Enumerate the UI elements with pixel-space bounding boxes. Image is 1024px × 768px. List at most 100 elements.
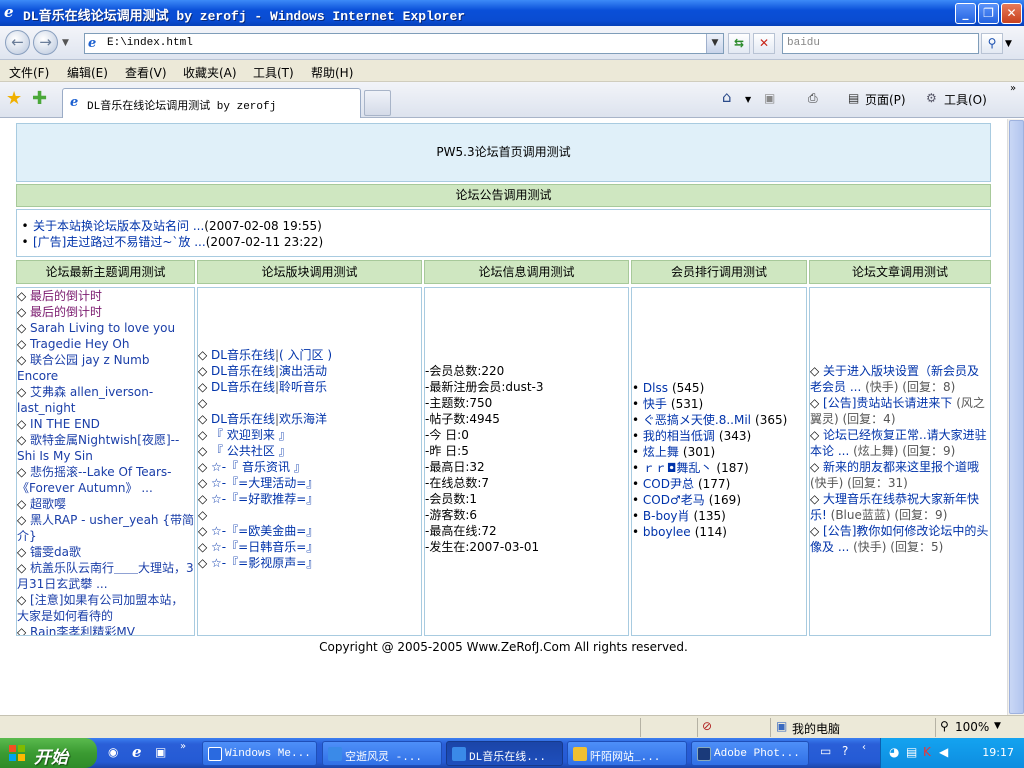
board-link[interactable]: ☆-『=日韩音乐=』	[211, 540, 318, 554]
board-link[interactable]: ☆-『=影视原声=』	[211, 556, 318, 570]
latest-topics-list: ◇ 最后的倒计时 ◇ 最后的倒计时 ◇ Sarah Living to love y…	[16, 287, 195, 636]
topic-link[interactable]: 黑人RAP - usher_yeah {带简介}	[17, 513, 194, 543]
article-link[interactable]: 新来的朋友都来这里报个道哦	[823, 460, 979, 474]
topic-link[interactable]: 悲伤摇滚--Lake Of Tears-《Forever Autumn》 ...	[17, 465, 172, 495]
scroll-thumb[interactable]	[1009, 120, 1024, 714]
menu-edit[interactable]: 编辑(E)	[67, 64, 108, 81]
search-icon[interactable]: ⚲	[981, 33, 1003, 54]
member-link[interactable]: COD♂老马	[643, 493, 705, 507]
member-link[interactable]: Dlss	[643, 381, 668, 395]
task-browser-2[interactable]: 空逝风灵 -...	[322, 741, 442, 766]
task-photoshop[interactable]: Adobe Phot...	[691, 741, 809, 766]
tools-menu-button[interactable]: 工具(O)	[944, 91, 987, 108]
address-dropdown-icon[interactable]: ▼	[706, 34, 723, 53]
article-link[interactable]: [公告]贵站站长请进来下	[823, 396, 952, 410]
feeds-icon[interactable]: ▣	[764, 91, 775, 105]
topic-link[interactable]: 歌特金属Nightwish[夜愿]--Shi Is My Sin	[17, 433, 179, 463]
board-prefix[interactable]: DL音乐在线	[211, 348, 275, 362]
board-link[interactable]: 『 欢迎到来 』	[211, 428, 291, 442]
quicklaunch-app-icon[interactable]: ▣	[155, 745, 166, 759]
topic-link[interactable]: IN THE END	[30, 417, 100, 431]
member-link[interactable]: ｒｒ◘舞乱丶	[643, 461, 713, 475]
tab-current[interactable]: e DL音乐在线论坛调用测试 by zerofj	[62, 88, 361, 118]
forward-button[interactable]: →	[33, 30, 58, 55]
home-dropdown-icon[interactable]: ▼	[745, 95, 751, 104]
tray-app-icon[interactable]: ▤	[906, 745, 917, 759]
topic-link[interactable]: 最后的倒计时	[30, 289, 102, 303]
zoom-dropdown-icon[interactable]: ▼	[994, 721, 1001, 731]
board-link[interactable]: 演出活动	[279, 364, 327, 378]
topic-link[interactable]: 超歌嘤	[30, 497, 66, 511]
recent-pages-dropdown-icon[interactable]: ▼	[62, 38, 69, 48]
start-button[interactable]: 开始	[0, 738, 97, 768]
quicklaunch-ie-icon[interactable]: e	[132, 743, 142, 761]
board-link[interactable]: ( 入门区 )	[279, 348, 332, 362]
stop-button[interactable]: ✕	[753, 33, 775, 54]
volume-icon[interactable]: ◀	[939, 745, 948, 759]
refresh-button[interactable]: ⇆	[728, 33, 750, 54]
menu-view[interactable]: 查看(V)	[125, 64, 167, 81]
board-prefix[interactable]: DL音乐在线	[211, 412, 275, 426]
member-link[interactable]: ぐ恶搞メ天使.8..Mil	[643, 413, 751, 427]
member-link[interactable]: 炫上舞	[643, 445, 679, 459]
topic-link[interactable]: 最后的倒计时	[30, 305, 102, 319]
topic-link[interactable]: Rain李孝利精彩MV	[30, 625, 135, 635]
print-icon[interactable]: ⎙	[808, 91, 818, 106]
quicklaunch-more-icon[interactable]: »	[180, 741, 186, 752]
board-prefix[interactable]: DL音乐在线	[211, 380, 275, 394]
task-folder[interactable]: 阡陌网站_...	[567, 741, 687, 766]
topic-link[interactable]: 镭雯da歌	[30, 545, 81, 559]
list-item: ◇ IN THE END	[17, 416, 194, 432]
address-input[interactable]: e E:\index.html ▼	[84, 33, 724, 54]
menu-file[interactable]: 文件(F)	[9, 64, 49, 81]
member-link[interactable]: B-boy肖	[643, 509, 690, 523]
topic-link[interactable]: Tragedie Hey Oh	[30, 337, 129, 351]
search-input[interactable]: baidu	[782, 33, 979, 54]
tray-expand-icon[interactable]: ‹	[862, 742, 866, 753]
member-link[interactable]: 我的相当低调	[643, 429, 715, 443]
board-prefix[interactable]: DL音乐在线	[211, 364, 275, 378]
topic-link[interactable]: Sarah Living to love you	[30, 321, 175, 335]
page-menu-button[interactable]: 页面(P)	[865, 91, 906, 108]
board-link[interactable]: ☆-『=大理活动=』	[211, 476, 318, 490]
zoom-level[interactable]: 100%	[955, 720, 989, 734]
member-link[interactable]: COD尹总	[643, 477, 694, 491]
topic-link[interactable]: [注意]如果有公司加盟本站，大家是如何看待的	[17, 593, 183, 623]
help-icon[interactable]: ?	[842, 744, 848, 758]
maximize-button[interactable]: ❐	[978, 3, 999, 24]
add-favorite-icon[interactable]: ✚	[32, 88, 47, 109]
menu-tools[interactable]: 工具(T)	[253, 64, 294, 81]
menu-help[interactable]: 帮助(H)	[311, 64, 353, 81]
minimize-button[interactable]: _	[955, 3, 976, 24]
network-icon[interactable]: ▭	[820, 744, 831, 758]
member-link[interactable]: 快手	[643, 397, 667, 411]
board-link[interactable]: 欢乐海洋	[279, 412, 327, 426]
board-link[interactable]: ☆-『 音乐资讯 』	[211, 460, 306, 474]
member-link[interactable]: bboylee	[643, 525, 691, 539]
board-link[interactable]: 『 公共社区 』	[211, 444, 291, 458]
zoom-icon: ⚲	[940, 719, 949, 733]
new-tab-button[interactable]	[364, 90, 391, 116]
topic-link[interactable]: 杭盖乐队云南行＿＿大理站，3月31日玄武攀 ...	[17, 561, 194, 591]
antivirus-icon[interactable]: K	[923, 745, 931, 759]
task-current-browser[interactable]: DL音乐在线...	[446, 741, 563, 766]
topic-link[interactable]: 联合公园 jay z Numb Encore	[17, 353, 149, 383]
task-windows-media[interactable]: Windows Me...	[202, 741, 317, 766]
menu-favorites[interactable]: 收藏夹(A)	[183, 64, 237, 81]
board-link[interactable]: 聆听音乐	[279, 380, 327, 394]
home-icon[interactable]: ⌂	[722, 88, 732, 106]
topic-link[interactable]: 艾弗森 allen_iverson-last_night	[17, 385, 153, 415]
board-link[interactable]: ☆-『=好歌推荐=』	[211, 492, 318, 506]
favorites-star-icon[interactable]: ★	[6, 88, 22, 109]
search-options-icon[interactable]: ▼	[1005, 39, 1012, 49]
board-link[interactable]: ☆-『=欧美金曲=』	[211, 524, 318, 538]
notice-link[interactable]: 关于本站换论坛版本及站名问 ...	[33, 219, 204, 233]
chevron-more-icon[interactable]: »	[1010, 83, 1016, 94]
qq-icon[interactable]: ◕	[889, 745, 899, 759]
back-button[interactable]: ←	[5, 30, 30, 55]
bullet-icon: •	[21, 219, 29, 233]
show-desktop-icon[interactable]: ◉	[108, 745, 118, 759]
notice-link[interactable]: [广告]走过路过不易错过~`放 ...	[33, 235, 206, 249]
close-button[interactable]: ✕	[1001, 3, 1022, 24]
vertical-scrollbar[interactable]	[1007, 119, 1024, 715]
